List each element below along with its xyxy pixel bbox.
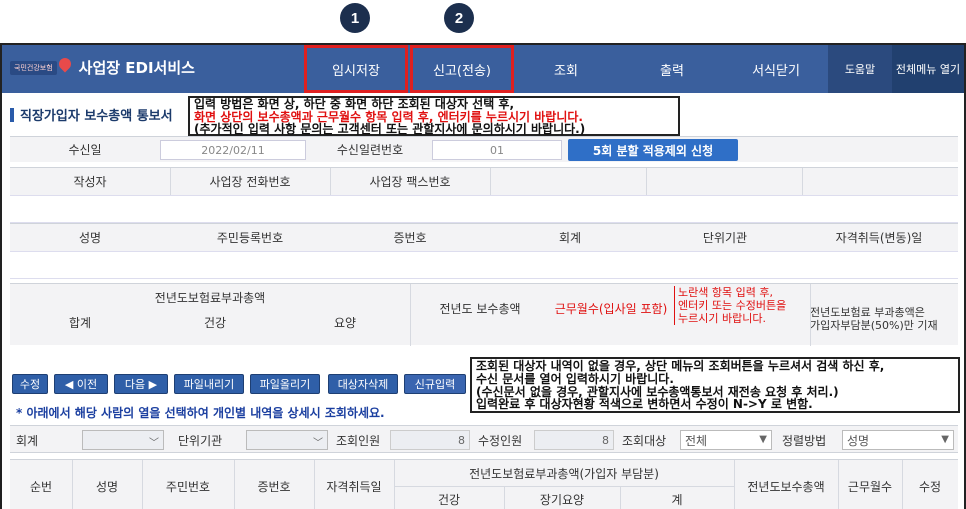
- col-sum: 계: [671, 492, 683, 507]
- recv-serial-field: 01: [432, 140, 562, 160]
- phone-label: 사업장 전화번호: [209, 175, 291, 189]
- prev-button[interactable]: ◀ 이전: [54, 374, 108, 394]
- target-label: 조회대상: [622, 433, 667, 448]
- new-input-button[interactable]: 신규입력: [404, 374, 466, 394]
- health-label: 건강: [203, 315, 227, 330]
- inquiry-notice: 조회된 대상자 내역이 없을 경우, 상단 메뉴의 조회버튼을 누르셔서 검색 …: [470, 357, 960, 413]
- report-send-menu[interactable]: 신고(전송): [410, 45, 514, 93]
- rrn-label: 주민등록번호: [216, 231, 284, 245]
- person-header-row: 성명 주민등록번호 증번호 회계 단위기관 자격취득(변동)일: [10, 223, 958, 251]
- title-bar-icon: [10, 107, 14, 122]
- chevron-down-icon: ﹀: [313, 438, 323, 449]
- nhis-logo: 국민건강보험: [10, 60, 57, 75]
- heart-icon: [56, 55, 74, 72]
- app-logo: 국민건강보험 사업장 EDI서비스: [10, 55, 195, 78]
- unit-label: 단위기관: [702, 231, 748, 245]
- row-select-hint: * 아래에서 해당 사람의 열을 선택하여 개인별 내역을 상세시 조회하세요.: [16, 406, 385, 420]
- help-menu[interactable]: 도움말: [828, 45, 892, 93]
- app-window: 국민건강보험 사업장 EDI서비스 임시저장 신고(전송) 조회 출력 서식닫기…: [0, 43, 966, 509]
- col-health: 건강: [437, 492, 461, 507]
- cert-label: 증번호: [393, 231, 427, 245]
- col-premium-group: 전년도보험료부과총액(가입자 부담분): [469, 466, 659, 481]
- recv-date-field: 2022/02/11: [160, 140, 306, 160]
- filter-account-label: 회계: [16, 433, 39, 448]
- close-form-menu[interactable]: 서식닫기: [724, 45, 828, 93]
- author-value-row: [10, 195, 958, 223]
- col-qual: 자격취득일: [326, 479, 382, 494]
- print-menu[interactable]: 출력: [620, 45, 724, 93]
- input-method-notice: 입력 방법은 화면 상, 하단 중 화면 하단 조회된 대상자 선택 후, 화면…: [188, 96, 680, 136]
- edit-count-field: 8: [534, 430, 614, 450]
- inquiry-menu[interactable]: 조회: [514, 45, 618, 93]
- receive-info-row: 수신일 2022/02/11 수신일련번호 01 5회 분할 적용제외 신청: [10, 136, 958, 162]
- all-menu-button[interactable]: 전체메뉴 열기: [892, 45, 964, 93]
- wage-block: 전년도보험료부과총액 합계 건강 요양 전년도 보수총액 근무월수(입사일 포함…: [10, 283, 958, 346]
- prev-premium-label: 전년도보험료부과총액: [154, 290, 266, 305]
- edit-button[interactable]: 수정: [12, 374, 48, 394]
- recv-date-label: 수신일: [68, 143, 102, 157]
- target-select[interactable]: 전체 ▼: [680, 430, 772, 450]
- col-months: 근무월수: [847, 479, 893, 494]
- account-label: 회계: [558, 231, 582, 245]
- person-value-row: [10, 251, 958, 279]
- months-label: 근무월수(입사일 포함): [554, 301, 668, 316]
- edit-count-label: 수정인원: [478, 433, 523, 448]
- yellow-input-hint: 노란색 항목 입력 후, 엔터키 또는 수정버튼을 누르시기 바랍니다.: [674, 286, 814, 325]
- author-label: 작성자: [73, 175, 107, 189]
- col-name: 성명: [95, 479, 119, 494]
- inquiry-count-field: 8: [390, 430, 470, 450]
- total-label: 합계: [68, 315, 92, 330]
- recv-serial-label: 수신일련번호: [336, 143, 404, 157]
- col-rrn: 주민번호: [165, 479, 211, 494]
- step-badge-1: 1: [340, 3, 370, 33]
- chevron-down-icon: ﹀: [149, 438, 159, 449]
- col-care: 장기요양: [539, 492, 585, 507]
- col-cert: 증번호: [257, 479, 291, 494]
- file-upload-button[interactable]: 파일올리기: [250, 374, 320, 394]
- prev-total-label: 전년도 보수총액: [439, 301, 521, 316]
- app-title: 사업장 EDI서비스: [78, 59, 195, 77]
- qual-label: 자격취득(변동)일: [835, 231, 923, 245]
- filter-unit-label: 단위기관: [178, 433, 223, 448]
- col-seq: 순번: [29, 479, 53, 494]
- inquiry-count-label: 조회인원: [336, 433, 381, 448]
- col-prev-total: 전년도보수총액: [747, 479, 825, 494]
- top-menu-bar: 국민건강보험 사업장 EDI서비스 임시저장 신고(전송) 조회 출력 서식닫기…: [2, 45, 964, 93]
- account-select[interactable]: ﹀: [82, 430, 164, 450]
- temp-save-menu[interactable]: 임시저장: [304, 45, 408, 93]
- sort-select[interactable]: 성명 ▼: [842, 430, 954, 450]
- sort-label: 정렬방법: [782, 433, 827, 448]
- step-badge-2: 2: [444, 3, 474, 33]
- table-header: 순번 성명 주민번호 증번호 자격취득일 전년도보험료부과총액(가입자 부담분)…: [10, 459, 958, 509]
- name-label: 성명: [78, 231, 102, 245]
- author-header-row: 작성자 사업장 전화번호 사업장 팩스번호: [10, 167, 958, 196]
- unit-select[interactable]: ﹀: [246, 430, 328, 450]
- chevron-down-icon: ▼: [759, 434, 767, 445]
- file-download-button[interactable]: 파일내리기: [174, 374, 244, 394]
- chevron-down-icon: ▼: [941, 434, 949, 445]
- filter-row: 회계 ﹀ 단위기관 ﹀ 조회인원 8 수정인원 8 조회대상 전체 ▼ 정렬방법 …: [10, 425, 958, 453]
- care-label: 요양: [333, 315, 357, 330]
- delete-target-button[interactable]: 대상자삭제: [328, 374, 398, 394]
- fax-label: 사업장 팩스번호: [369, 175, 451, 189]
- next-button[interactable]: 다음 ▶: [114, 374, 168, 394]
- split-exclusion-button[interactable]: 5회 분할 적용제외 신청: [568, 139, 738, 161]
- page-title: 직장가입자 보수총액 통보서: [10, 105, 173, 124]
- premium-note: 전년도보험료 부과총액은 가입자부담분(50%)만 기재: [810, 306, 938, 332]
- col-edit: 수정: [918, 479, 942, 494]
